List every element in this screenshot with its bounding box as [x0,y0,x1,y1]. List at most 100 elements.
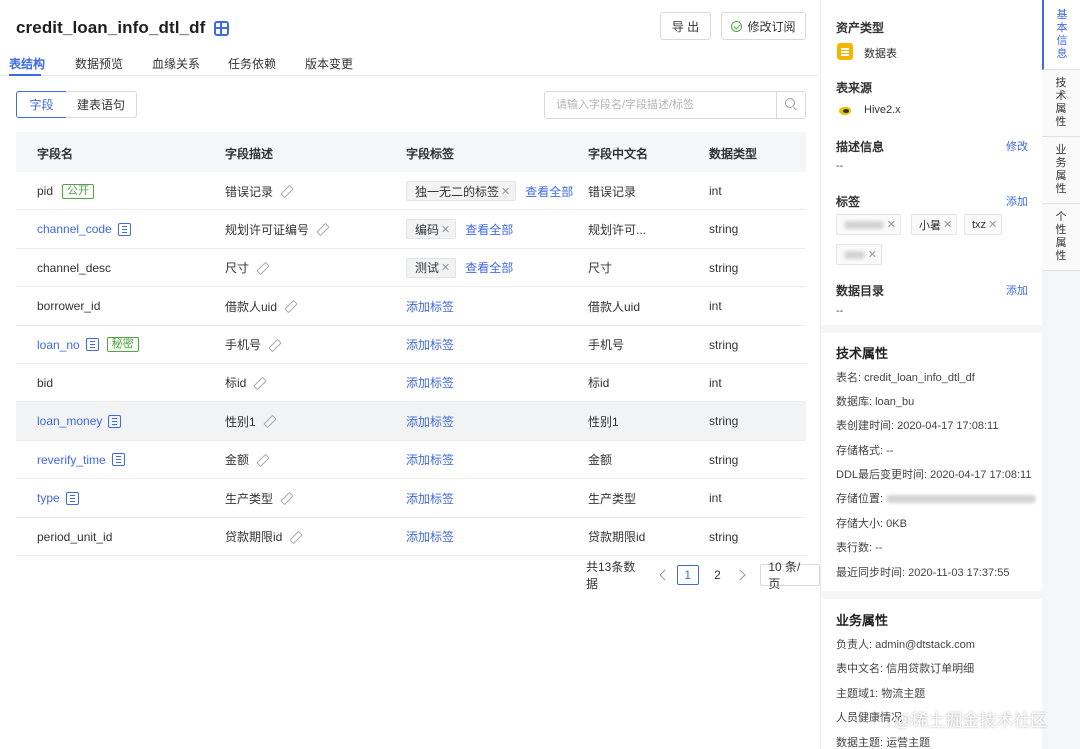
add-tag-link[interactable]: 添加标签 [406,374,454,391]
add-tag-link[interactable]: 添加标签 [406,528,454,545]
search-input[interactable] [545,92,777,118]
edit-icon[interactable] [284,300,296,312]
data-type: string [709,260,739,275]
table-row[interactable]: type 生产类型 添加标签 生产类型 int [16,479,806,518]
biz-section-title: 业务属性 [836,613,889,628]
next-page-icon[interactable] [734,569,747,581]
side-tab-biz-attrs[interactable]: 业务属性 [1042,137,1080,204]
document-icon [837,43,853,60]
tech-created-time: 表创建时间: 2020-04-17 17:08:11 [836,420,999,432]
edit-icon[interactable] [263,415,275,427]
edit-desc-link[interactable]: 修改 [1006,138,1028,154]
field-desc: 借款人uid [225,299,278,314]
side-tab-bar: 基本信息 技术属性 业务属性 个性属性 [1042,0,1080,749]
tag-chip: 小暑 ✕ [911,214,958,235]
edit-icon[interactable] [280,185,292,197]
tab-data-preview[interactable]: 数据预览 [75,55,123,72]
field-tag: 编码 ✕ [406,219,457,240]
prev-page-icon[interactable] [659,569,671,581]
tag-close-icon[interactable]: ✕ [943,218,952,231]
field-name: bid [37,375,54,390]
field-doc-icon [117,222,131,236]
segment-ddl[interactable]: 建表语句 [66,91,137,118]
edit-icon[interactable] [289,531,301,543]
field-name[interactable]: reverify_time [37,453,106,467]
field-desc: 贷款期限id [225,530,283,545]
data-type: int [709,491,722,506]
edit-subscription-button[interactable]: 修改订阅 [721,12,806,40]
tech-storage-format: 存储格式: -- [836,445,894,457]
field-doc-icon [85,338,99,352]
field-desc: 错误记录 [225,184,274,199]
total-count: 共13条数据 [586,560,636,591]
table-row[interactable]: period_unit_id 贷款期限id 添加标签 贷款期限id string [16,518,806,556]
table-row[interactable]: reverify_time 金额 添加标签 金额 string [16,441,806,480]
tag-chip: txz ✕ [964,214,1003,235]
main-pane: credit_loan_info_dtl_df 导 出 修改订阅 表结构 数据预… [0,0,820,749]
add-tag-link[interactable]: 添加标签 [406,336,454,353]
tag-close-icon[interactable]: ✕ [988,218,997,231]
data-type: string [709,529,739,544]
check-circle-icon [731,20,743,32]
tag-close-icon[interactable]: ✕ [887,218,896,231]
table-grid-icon[interactable] [214,20,230,36]
edit-icon[interactable] [253,377,265,389]
side-tab-tech-attrs[interactable]: 技术属性 [1042,70,1080,137]
tag-close-icon[interactable]: ✕ [501,185,510,198]
biz-subject: 数据主题: 运营主题 [836,737,931,749]
add-tag-link[interactable]: 添加标签 [406,413,454,430]
table-row[interactable]: borrower_id 借款人uid 添加标签 借款人uid int [16,287,806,326]
table-row[interactable]: bid 标id 添加标签 标id int [16,364,806,403]
edit-icon[interactable] [256,454,268,466]
blurred-text [844,250,865,259]
field-desc: 标id [225,376,247,391]
field-name: borrower_id [37,299,101,314]
tab-task-dependency[interactable]: 任务依赖 [228,55,276,72]
page-2[interactable]: 2 [707,565,729,585]
tab-schema[interactable]: 表结构 [9,55,45,72]
tag-close-icon[interactable]: ✕ [441,261,450,274]
view-all-link[interactable]: 查看全部 [525,183,573,200]
add-catalog-link[interactable]: 添加 [1006,282,1028,298]
edit-icon[interactable] [280,492,292,504]
segment-field[interactable]: 字段 [16,91,67,118]
blurred-text [844,220,884,229]
edit-icon[interactable] [316,223,328,235]
add-tag-link[interactable]: 添加标签 [406,490,454,507]
field-doc-icon [108,414,122,428]
tech-size: 存储大小: 0KB [836,518,907,530]
tag-close-icon[interactable]: ✕ [441,223,450,236]
col-field-cn-name: 字段中文名 [588,147,649,161]
page-size-select[interactable]: 10 条/页 [760,560,820,591]
add-tag-link[interactable]: 添加标签 [406,298,454,315]
tag-chip-blurred: ✕ [836,244,882,265]
tag-close-icon[interactable]: ✕ [868,248,877,261]
add-tag-link[interactable]: 添加标签 [406,451,454,468]
table-row[interactable]: channel_desc 尺寸 测试 ✕ 查看全部 尺寸 string [16,249,806,288]
col-field-desc: 字段描述 [225,147,274,161]
search-button[interactable] [776,92,805,118]
tab-lineage[interactable]: 血缘关系 [152,55,200,72]
field-desc: 性别1 [225,414,256,429]
field-name[interactable]: loan_no [37,338,80,352]
data-type: string [709,414,739,429]
side-tab-custom-attrs[interactable]: 个性属性 [1042,204,1080,271]
tab-version-change[interactable]: 版本变更 [305,55,353,72]
page-1[interactable]: 1 [676,565,699,585]
edit-icon[interactable] [256,262,268,274]
field-name[interactable]: type [37,491,60,505]
view-all-link[interactable]: 查看全部 [465,259,513,276]
table-row[interactable]: loan_no 秘密 手机号 添加标签 手机号 string [16,326,806,364]
col-data-type: 数据类型 [709,147,758,161]
side-tab-basic-info[interactable]: 基本信息 [1042,0,1080,70]
table-row[interactable]: channel_code 规划许可证编号 编码 ✕ 查看全部 规划许可... str… [16,210,806,249]
add-tag-link[interactable]: 添加 [1006,193,1028,209]
edit-icon[interactable] [268,339,280,351]
field-name[interactable]: channel_code [37,222,112,236]
view-all-link[interactable]: 查看全部 [465,221,513,238]
field-name[interactable]: loan_money [37,414,102,428]
table-row-highlighted[interactable]: loan_money 性别1 添加标签 性别1 string [16,402,806,441]
export-button[interactable]: 导 出 [660,12,711,40]
table-row[interactable]: pid 公开 错误记录 独一无二的标签 ✕ 查看全部 错误记录 int [16,172,806,211]
tech-row-count: 表行数: -- [836,542,883,554]
